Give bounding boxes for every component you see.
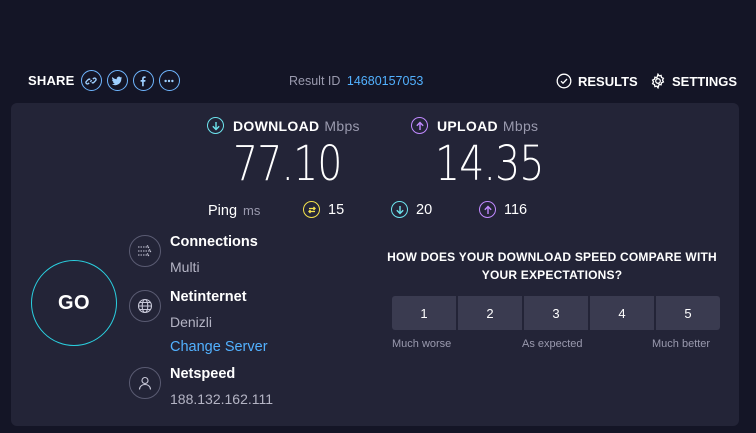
scale-low-label: Much worse xyxy=(392,338,452,350)
share-label: SHARE xyxy=(28,73,75,88)
ping-idle-value: 15 xyxy=(328,201,345,218)
ping-idle: 15 xyxy=(303,201,344,218)
provider-name: Netspeed xyxy=(170,366,236,382)
change-server-link[interactable]: Change Server xyxy=(170,339,268,355)
settings-label: SETTINGS xyxy=(672,73,738,89)
ping-label: Ping xyxy=(208,203,238,219)
twitter-icon[interactable] xyxy=(106,70,128,91)
scale-mid-label: As expected xyxy=(522,338,583,350)
rating-option-5[interactable]: 5 xyxy=(656,296,720,330)
upload-metric: UPLOAD Mbps 14.35 xyxy=(411,117,567,192)
results-label: RESULTS xyxy=(578,73,638,89)
result-id-link[interactable]: 14680157053 xyxy=(347,74,423,88)
ping-label-group: Ping ms xyxy=(208,203,260,219)
provider-ip: 188.132.162.111 xyxy=(170,391,274,407)
upload-latency-icon xyxy=(479,201,496,218)
upload-label: UPLOAD xyxy=(437,117,498,134)
host-name: Netinternet xyxy=(170,289,247,305)
upload-arrow-icon xyxy=(411,117,428,134)
ping-upload-value: 116 xyxy=(504,201,528,218)
download-value: 77.10 xyxy=(233,136,342,192)
ping-download: 20 xyxy=(391,201,432,218)
more-icon[interactable] xyxy=(158,70,180,91)
rating-option-2[interactable]: 2 xyxy=(458,296,522,330)
user-icon xyxy=(129,367,161,399)
check-circle-icon xyxy=(556,73,572,89)
result-id-label: Result ID xyxy=(289,74,341,88)
gear-icon xyxy=(651,73,665,89)
download-label: DOWNLOAD xyxy=(233,117,320,134)
link-icon[interactable] xyxy=(80,70,102,91)
survey-question: HOW DOES YOUR DOWNLOAD SPEED COMPARE WIT… xyxy=(387,250,717,282)
share-group: SHARE xyxy=(28,70,185,91)
settings-button[interactable]: SETTINGS xyxy=(650,73,737,89)
results-button[interactable]: RESULTS xyxy=(556,73,638,89)
connections-value: Multi xyxy=(170,259,200,275)
top-bar: SHARE Result ID 14680157053 RESULTS SETT… xyxy=(0,66,756,98)
result-id: Result ID 14680157053 xyxy=(289,74,423,88)
host-location: Denizli xyxy=(170,314,213,330)
idle-latency-icon xyxy=(303,201,320,218)
upload-unit: Mbps xyxy=(502,117,539,134)
rating-option-1[interactable]: 1 xyxy=(392,296,456,330)
connections-icon[interactable] xyxy=(129,235,161,267)
go-button[interactable]: GO xyxy=(31,260,117,346)
ping-unit: ms xyxy=(243,203,261,218)
rating-scale: 1 2 3 4 5 xyxy=(392,296,720,330)
download-metric: DOWNLOAD Mbps 77.10 xyxy=(207,117,365,192)
ping-download-value: 20 xyxy=(416,201,433,218)
download-arrow-icon xyxy=(207,117,224,134)
globe-icon xyxy=(129,290,161,322)
download-unit: Mbps xyxy=(324,117,360,134)
download-latency-icon xyxy=(391,201,408,218)
upload-value: 14.35 xyxy=(435,136,544,192)
connections-title: Connections xyxy=(170,234,258,250)
results-panel: DOWNLOAD Mbps 77.10 UPLOAD Mbps 14.35 Pi… xyxy=(11,103,739,426)
rating-option-4[interactable]: 4 xyxy=(590,296,654,330)
facebook-icon[interactable] xyxy=(132,70,154,91)
scale-high-label: Much better xyxy=(652,338,711,350)
rating-option-3[interactable]: 3 xyxy=(524,296,588,330)
ping-upload: 116 xyxy=(479,201,527,218)
